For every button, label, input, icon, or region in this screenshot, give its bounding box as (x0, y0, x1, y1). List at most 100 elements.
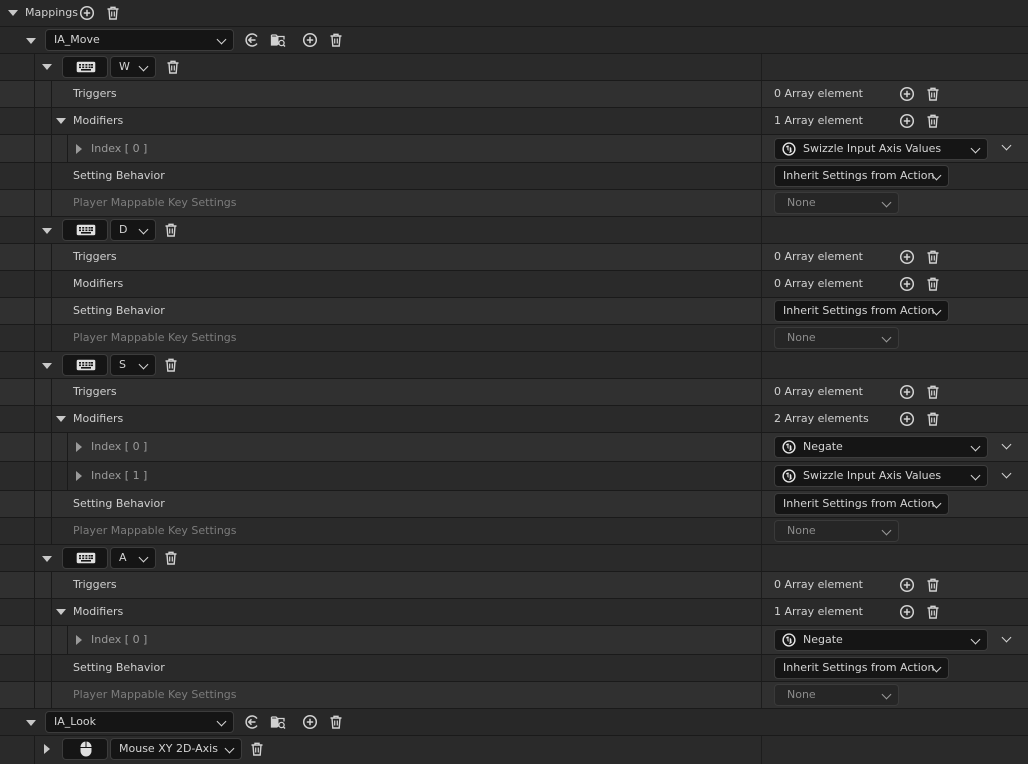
modifier-class-value: Negate (803, 440, 843, 453)
a-triggers-row: Triggers 0 Array element (0, 572, 1028, 599)
delete-modifiers-icon[interactable] (925, 113, 941, 129)
delete-s-mapping-icon[interactable] (163, 357, 179, 373)
delete-action-mapping-icon[interactable] (328, 32, 344, 48)
delete-action-mapping-icon[interactable] (328, 714, 344, 730)
index-expand-arrow[interactable] (76, 442, 82, 452)
mouse-expand-arrow[interactable] (44, 744, 50, 754)
add-key-mapping-icon[interactable] (302, 714, 318, 730)
browse-to-asset-icon[interactable] (244, 714, 260, 730)
delete-triggers-icon[interactable] (925, 577, 941, 593)
w-modifiers-row: Modifiers 1 Array element (0, 108, 1028, 135)
player-mappable-label: Player Mappable Key Settings (73, 331, 237, 344)
add-modifier-icon[interactable] (899, 276, 915, 292)
setting-behavior-value: Inherit Settings from Action (783, 497, 935, 510)
modifiers-collapse-arrow[interactable] (56, 118, 66, 124)
add-trigger-icon[interactable] (899, 384, 915, 400)
setting-behavior-select[interactable]: Inherit Settings from Action (774, 493, 949, 515)
index-label: Index [ 0 ] (91, 142, 148, 155)
delete-mouse-mapping-icon[interactable] (249, 741, 265, 757)
modifiers-count: 1 Array element (774, 114, 863, 127)
modifier-class-value: Swizzle Input Axis Values (803, 469, 942, 482)
modifier-options-chevron-icon[interactable] (1001, 439, 1012, 450)
d-key-select[interactable]: D (110, 219, 156, 241)
delete-modifiers-icon[interactable] (925, 604, 941, 620)
mappings-title: Mappings (25, 6, 78, 19)
delete-modifiers-icon[interactable] (925, 411, 941, 427)
index-expand-arrow[interactable] (76, 471, 82, 481)
triggers-count: 0 Array element (774, 87, 863, 100)
ia-move-collapse-arrow[interactable] (26, 38, 36, 44)
add-trigger-icon[interactable] (899, 86, 915, 102)
delete-triggers-icon[interactable] (925, 384, 941, 400)
action-row-ia-look: IA_Look (0, 709, 1028, 736)
add-modifier-icon[interactable] (899, 113, 915, 129)
ia-look-collapse-arrow[interactable] (26, 720, 36, 726)
ia-move-action-name: IA_Move (54, 33, 100, 46)
setting-behavior-select[interactable]: Inherit Settings from Action (774, 300, 949, 322)
delete-all-mappings-icon[interactable] (105, 5, 121, 21)
player-mappable-select[interactable]: None (774, 684, 899, 706)
delete-d-mapping-icon[interactable] (163, 222, 179, 238)
a-key-label: A (119, 551, 127, 564)
delete-triggers-icon[interactable] (925, 86, 941, 102)
add-mapping-icon[interactable] (79, 5, 95, 21)
mappings-collapse-arrow[interactable] (8, 10, 18, 16)
setting-behavior-select[interactable]: Inherit Settings from Action (774, 165, 949, 187)
add-key-mapping-icon[interactable] (302, 32, 318, 48)
modifier-class-select[interactable]: Negate (774, 436, 988, 458)
a-key-select[interactable]: A (110, 547, 156, 569)
modifiers-label: Modifiers (73, 412, 124, 425)
player-mappable-select[interactable]: None (774, 192, 899, 214)
modifier-class-value: Negate (803, 633, 843, 646)
index-expand-arrow[interactable] (76, 144, 82, 154)
player-mappable-select[interactable]: None (774, 327, 899, 349)
d-key-label: D (119, 223, 128, 236)
delete-triggers-icon[interactable] (925, 249, 941, 265)
delete-a-mapping-icon[interactable] (163, 550, 179, 566)
index-expand-arrow[interactable] (76, 635, 82, 645)
add-trigger-icon[interactable] (899, 249, 915, 265)
modifier-class-select[interactable]: Swizzle Input Axis Values (774, 138, 988, 160)
w-key-select[interactable]: W (110, 56, 156, 78)
w-collapse-arrow[interactable] (42, 64, 52, 70)
delete-modifiers-icon[interactable] (925, 276, 941, 292)
mouse-key-selector-button[interactable] (62, 738, 108, 760)
a-modifiers-row: Modifiers 1 Array element (0, 599, 1028, 626)
d-key-selector-button[interactable] (62, 219, 108, 241)
index-label: Index [ 0 ] (91, 633, 148, 646)
a-collapse-arrow[interactable] (42, 556, 52, 562)
player-mappable-label: Player Mappable Key Settings (73, 196, 237, 209)
modifiers-collapse-arrow[interactable] (56, 416, 66, 422)
modifier-options-chevron-icon[interactable] (1001, 140, 1012, 151)
a-key-selector-button[interactable] (62, 547, 108, 569)
setting-behavior-select[interactable]: Inherit Settings from Action (774, 657, 949, 679)
modifier-class-value: Swizzle Input Axis Values (803, 142, 942, 155)
ia-move-action-select[interactable]: IA_Move (45, 29, 234, 51)
mouse-key-select[interactable]: Mouse XY 2D-Axis (110, 738, 242, 760)
s-key-select[interactable]: S (110, 354, 156, 376)
ia-look-action-select[interactable]: IA_Look (45, 711, 234, 733)
d-collapse-arrow[interactable] (42, 228, 52, 234)
modifiers-count: 2 Array elements (774, 412, 869, 425)
player-mappable-select[interactable]: None (774, 520, 899, 542)
modifier-class-select[interactable]: Swizzle Input Axis Values (774, 465, 988, 487)
modifier-class-select[interactable]: Negate (774, 629, 988, 651)
w-triggers-row: Triggers 0 Array element (0, 81, 1028, 108)
keyboard-icon (76, 224, 96, 236)
delete-w-mapping-icon[interactable] (165, 59, 181, 75)
add-modifier-icon[interactable] (899, 604, 915, 620)
find-in-content-browser-icon[interactable] (270, 714, 286, 730)
browse-to-asset-icon[interactable] (244, 32, 260, 48)
modifier-options-chevron-icon[interactable] (1001, 468, 1012, 479)
modifiers-collapse-arrow[interactable] (56, 609, 66, 615)
find-in-content-browser-icon[interactable] (270, 32, 286, 48)
w-key-selector-button[interactable] (62, 56, 108, 78)
add-modifier-icon[interactable] (899, 411, 915, 427)
key-row-d: D (0, 217, 1028, 244)
add-trigger-icon[interactable] (899, 577, 915, 593)
s-key-selector-button[interactable] (62, 354, 108, 376)
setting-behavior-label: Setting Behavior (73, 661, 165, 674)
triggers-count: 0 Array element (774, 385, 863, 398)
s-collapse-arrow[interactable] (42, 363, 52, 369)
modifier-options-chevron-icon[interactable] (1001, 632, 1012, 643)
